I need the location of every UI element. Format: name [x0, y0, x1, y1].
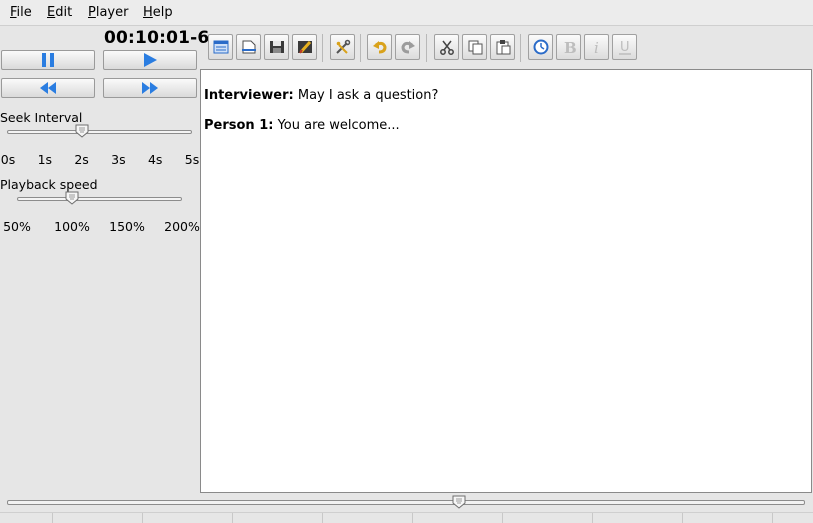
pause-icon — [42, 53, 54, 67]
save-icon — [269, 41, 284, 53]
utterance-text: You are welcome... — [273, 118, 400, 133]
toolbar-separator — [360, 34, 361, 62]
insert-timestamp-button[interactable] — [528, 34, 553, 60]
playback-position-thumb[interactable] — [452, 495, 466, 509]
seek-interval-tick-label: 0s — [0, 152, 16, 167]
menu-edit[interactable]: Edit — [47, 5, 72, 20]
menu-file-label: ile — [16, 5, 32, 20]
seek-interval-tick-label: 1s — [37, 152, 53, 167]
play-icon — [144, 53, 157, 67]
menu-edit-label: dit — [55, 5, 73, 20]
rewind-icon — [40, 82, 56, 94]
seek-interval-slider-thumb[interactable] — [75, 124, 89, 138]
svg-text:i: i — [594, 39, 599, 55]
menu-bar: File Edit Player Help — [0, 0, 813, 26]
playback-speed-track[interactable] — [17, 197, 182, 201]
italic-icon: i — [594, 39, 599, 55]
bold-icon: B — [564, 39, 577, 55]
transcript-editor[interactable]: Interviewer: May I ask a question? Perso… — [200, 69, 812, 493]
redo-icon — [400, 41, 415, 54]
menu-help[interactable]: Help — [143, 5, 173, 20]
save-as-button[interactable] — [292, 34, 317, 60]
seek-interval-tick-label: 2s — [74, 152, 89, 167]
transcript-paragraph: Interviewer: May I ask a question? — [204, 88, 438, 103]
playback-speed-tick-label: 50% — [3, 219, 31, 234]
playback-position-track[interactable] — [7, 500, 805, 505]
undo-icon — [372, 41, 387, 54]
redo-button[interactable] — [395, 34, 420, 60]
transcript-paragraph: Person 1: You are welcome... — [204, 118, 400, 133]
fast-forward-icon — [142, 82, 158, 94]
svg-text:U: U — [620, 40, 630, 55]
playback-speed-slider-thumb[interactable] — [65, 191, 79, 205]
insert-timestamp-icon — [533, 39, 548, 55]
menu-help-label: elp — [152, 5, 173, 20]
settings-button[interactable] — [330, 34, 355, 60]
time-display: 00:10:01-6 — [104, 28, 210, 48]
underline-button[interactable]: U — [612, 34, 637, 60]
toolbar-separator — [426, 34, 427, 62]
status-strip — [0, 512, 813, 523]
paste-button[interactable] — [490, 34, 515, 60]
italic-button[interactable]: i — [584, 34, 609, 60]
seek-interval-tick-label: 3s — [111, 152, 126, 167]
menu-help-mnemonic: H — [143, 5, 153, 20]
menu-player[interactable]: Player — [88, 5, 128, 20]
playback-speed-tick-label: 150% — [109, 219, 145, 234]
playback-speed-label: Playback speed — [0, 177, 98, 192]
pause-button[interactable] — [1, 50, 95, 70]
speaker-name: Interviewer: — [204, 88, 294, 103]
play-button[interactable] — [103, 50, 197, 70]
undo-button[interactable] — [367, 34, 392, 60]
toolbar-separator — [322, 34, 323, 62]
menu-edit-mnemonic: E — [47, 5, 56, 20]
paste-icon — [496, 40, 510, 55]
rewind-button[interactable] — [1, 78, 95, 98]
utterance-text: May I ask a question? — [293, 88, 439, 103]
settings-icon — [335, 39, 350, 54]
toolbar-separator — [520, 34, 521, 62]
seek-interval-tick-label: 4s — [147, 152, 163, 167]
open-document-icon — [241, 40, 256, 54]
cut-icon — [439, 40, 454, 55]
playback-speed-tick-label: 200% — [164, 219, 200, 234]
playback-speed-tick-label: 100% — [54, 219, 90, 234]
seek-interval-label: Seek Interval — [0, 110, 83, 125]
menu-player-label: layer — [95, 5, 129, 20]
open-document-button[interactable] — [236, 34, 261, 60]
bold-button[interactable]: B — [556, 34, 581, 60]
cut-button[interactable] — [434, 34, 459, 60]
copy-icon — [468, 40, 482, 55]
menu-file[interactable]: File — [10, 5, 32, 20]
speaker-name: Person 1: — [204, 118, 274, 133]
new-document-button[interactable] — [208, 34, 233, 60]
seek-interval-track[interactable] — [7, 130, 192, 134]
save-as-icon — [297, 40, 312, 54]
seek-interval-tick-label: 5s — [184, 152, 200, 167]
underline-icon: U — [618, 40, 631, 55]
fast-forward-button[interactable] — [103, 78, 197, 98]
new-document-icon — [213, 40, 228, 54]
svg-text:B: B — [564, 39, 577, 55]
menu-player-mnemonic: P — [88, 5, 96, 20]
save-button[interactable] — [264, 34, 289, 60]
copy-button[interactable] — [462, 34, 487, 60]
